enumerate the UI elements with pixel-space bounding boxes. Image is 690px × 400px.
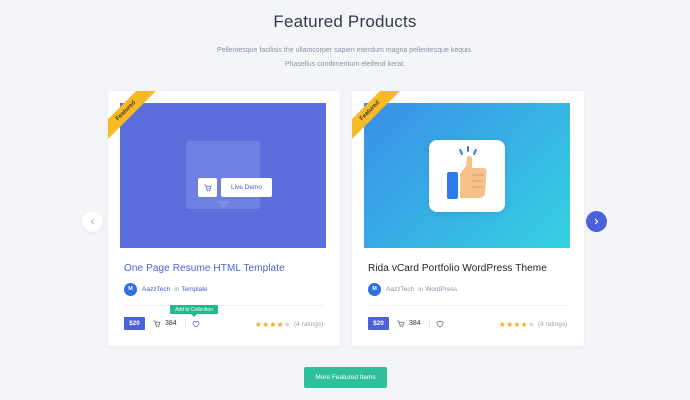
author-name[interactable]: AazzTech xyxy=(386,286,414,293)
cart-icon xyxy=(153,320,161,327)
favorite-button[interactable] xyxy=(434,317,446,330)
separator xyxy=(185,319,186,329)
section-description: Pellentesque facilisis the ullamcorper s… xyxy=(216,47,474,68)
author-avatar[interactable]: M xyxy=(368,282,381,296)
star-icon: ★ xyxy=(262,319,270,329)
cart-icon xyxy=(203,184,211,191)
star-icon: ★ xyxy=(276,319,284,329)
author-avatar[interactable]: M xyxy=(124,282,137,296)
star-empty-icon: ★ xyxy=(283,319,292,329)
author-name[interactable]: AazzTech xyxy=(142,286,170,293)
product-card-1[interactable]: Featured Live Demo One Page Resume HTML … xyxy=(108,91,340,346)
divider xyxy=(368,305,568,306)
add-to-collection-tooltip: Add to Collection xyxy=(170,305,218,317)
category-link[interactable]: WordPress xyxy=(425,286,457,293)
more-featured-items-button[interactable]: More Featured Items xyxy=(304,367,387,388)
price-badge: $20 xyxy=(124,317,145,330)
cart-icon xyxy=(397,320,405,327)
live-demo-button[interactable]: Live Demo xyxy=(221,178,272,197)
rating-stars: ★ ★ ★ ★ ★ xyxy=(255,318,291,330)
thumbs-up-tile xyxy=(429,140,505,212)
carousel-prev-button[interactable] xyxy=(82,211,103,232)
star-icon: ★ xyxy=(499,319,507,329)
thumbs-up-icon xyxy=(447,146,487,199)
featured-ribbon-label: Featured xyxy=(352,91,404,145)
ratings-count: (4 ratings) xyxy=(294,320,324,328)
star-icon: ★ xyxy=(520,319,528,329)
star-empty-icon: ★ xyxy=(527,319,536,329)
sales-number: 384 xyxy=(409,320,421,327)
star-icon: ★ xyxy=(506,319,514,329)
featured-ribbon-label: Featured xyxy=(108,91,160,145)
sales-count: 384 xyxy=(153,317,177,330)
featured-ribbon: Featured xyxy=(352,91,412,151)
in-label: in xyxy=(174,285,180,293)
star-icon: ★ xyxy=(255,319,263,329)
featured-ribbon: Featured xyxy=(108,91,168,151)
product-title[interactable]: Rida vCard Portfolio WordPress Theme xyxy=(368,263,547,274)
product-card-2[interactable]: Featured Rida vCard Portfolio WordPress … xyxy=(352,91,584,346)
sales-number: 384 xyxy=(165,320,177,327)
heart-icon xyxy=(436,320,444,327)
in-label: in xyxy=(418,285,424,293)
heart-icon xyxy=(192,320,200,327)
price-badge: $20 xyxy=(368,317,389,330)
sales-count: 384 xyxy=(397,317,421,330)
chevron-left-icon xyxy=(90,218,95,225)
star-icon: ★ xyxy=(513,319,521,329)
product-meta: M AazzTech in Template xyxy=(124,282,208,296)
section-title: Featured Products xyxy=(273,12,417,31)
hover-overlay xyxy=(186,141,260,209)
ratings-count: (4 ratings) xyxy=(538,320,568,328)
divider xyxy=(124,305,324,306)
carousel-next-button[interactable] xyxy=(586,211,607,232)
chevron-right-icon xyxy=(594,218,599,225)
product-title[interactable]: One Page Resume HTML Template xyxy=(124,263,285,274)
star-icon: ★ xyxy=(269,319,277,329)
add-to-cart-button[interactable] xyxy=(198,178,217,197)
rating-stars: ★ ★ ★ ★ ★ xyxy=(499,318,535,330)
favorite-button[interactable] xyxy=(190,317,202,330)
separator xyxy=(429,319,430,329)
product-meta: M AazzTech in WordPress xyxy=(368,282,457,296)
category-link[interactable]: Template xyxy=(181,286,207,293)
